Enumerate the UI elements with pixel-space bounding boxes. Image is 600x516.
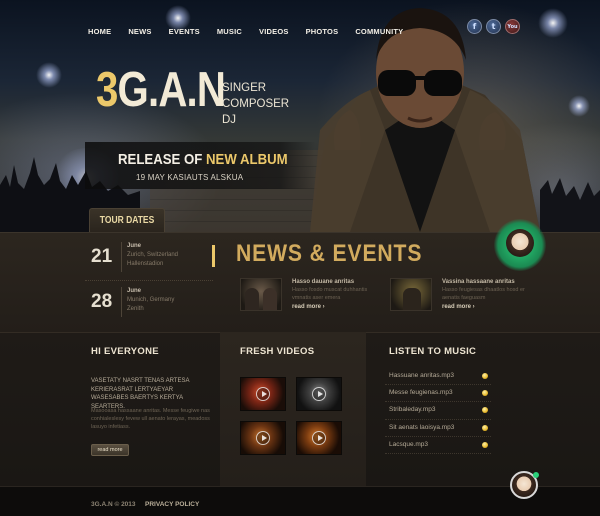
video-thumbnail[interactable] [296, 377, 342, 411]
nav-community[interactable]: COMMUNITY [355, 27, 403, 36]
tour-dates-list: 21 June Zurich, Switzerland Hallenstadio… [85, 236, 213, 326]
track-name: Lacsque.mp3 [389, 440, 429, 448]
person-silhouette [263, 288, 277, 310]
tour-city: Munich, Germany [127, 297, 175, 303]
role-composer: COMPOSER [222, 98, 290, 110]
news-thumbnail[interactable] [390, 278, 432, 311]
play-dot-icon[interactable] [482, 441, 488, 448]
news-item: Vassina hassaane anritas Hasso feugiesas… [390, 278, 535, 318]
tour-date-item[interactable]: 28 June Munich, Germany Zenith [85, 281, 213, 326]
track-name: Sit aenats laoisya.mp3 [389, 423, 455, 431]
privacy-policy-link[interactable]: PRIVACY POLICY [145, 501, 199, 508]
track-item[interactable]: Stribaleday.mp3 [385, 402, 491, 420]
tour-month: June [127, 243, 142, 249]
tour-day: 21 [91, 246, 113, 267]
intro-caps-text: VASETATY NASRT TENAS ARTESA KERIERASRAT … [91, 378, 190, 410]
play-dot-icon[interactable] [482, 390, 488, 397]
intro-body-text: Masooasa hassaane anritas. Messe feugiwe… [91, 408, 210, 430]
nav-news[interactable]: NEWS [128, 27, 151, 36]
play-dot-icon[interactable] [482, 373, 488, 379]
footer [0, 486, 600, 516]
play-icon [256, 387, 270, 401]
tour-dates-label: TOUR DATES [99, 215, 155, 226]
news-excerpt: Hasso fosdo muscat duhhantis vmnatis ase… [292, 287, 368, 301]
track-name: Hassuane anritas.mp3 [389, 372, 455, 379]
read-more-button[interactable]: read more [91, 444, 129, 456]
track-name: Messe feugienas.mp3 [389, 389, 453, 397]
hi-everyone-title: HI EVERYONE [91, 346, 159, 357]
person-silhouette [245, 288, 259, 310]
youtube-label: You [507, 23, 518, 30]
news-excerpt: Hasso feugiesas dhaatlos hosd er aenatis… [442, 287, 525, 301]
play-icon [312, 387, 326, 401]
tour-date-item[interactable]: 21 June Zurich, Switzerland Hallenstadio… [85, 236, 213, 281]
online-status-dot [533, 472, 539, 478]
news-read-more-link[interactable]: read more › [442, 304, 475, 310]
video-thumbnail[interactable] [240, 377, 286, 411]
facebook-icon[interactable]: f [467, 19, 482, 34]
tour-dates-tab[interactable]: TOUR DATES [89, 208, 165, 232]
album-title[interactable]: RELEASE OF NEW ALBUM [118, 151, 288, 168]
youtube-icon[interactable]: You [505, 19, 520, 34]
divider [121, 242, 122, 272]
copyright-text: 3G.A.N © 2013 [91, 501, 136, 508]
chat-avatar[interactable] [506, 229, 534, 257]
album-title-prefix: RELEASE OF [118, 151, 203, 168]
play-icon [256, 431, 270, 445]
track-item[interactable]: Hassuane anritas.mp3 [385, 368, 491, 386]
tour-city: Zurich, Switzerland [127, 252, 179, 258]
news-read-more-link[interactable]: read more › [292, 304, 325, 310]
main-nav: HOME NEWS EVENTS MUSIC VIDEOS PHOTOS COM… [88, 27, 420, 36]
news-headline[interactable]: Vassina hassaane anritas [442, 279, 515, 285]
listen-to-music-title: LISTEN TO MUSIC [389, 346, 477, 357]
track-item[interactable]: Lacsque.mp3 [385, 437, 491, 454]
track-item[interactable]: Sit aenats laoisya.mp3 [385, 420, 491, 437]
track-name: Stribaleday.mp3 [389, 406, 436, 414]
nav-videos[interactable]: VIDEOS [259, 27, 289, 36]
person-silhouette [403, 288, 421, 310]
album-date: 19 MAY KASIAUTS ALSKUA [136, 173, 244, 182]
tour-venue: Hallenstadion [127, 261, 164, 267]
brand-logo: 3G.A.N [96, 63, 226, 117]
stage-light [568, 95, 590, 117]
news-headline[interactable]: Hasso dauane anritas [292, 279, 354, 285]
stage-light [36, 62, 62, 88]
tour-details: June Munich, Germany Zenith [127, 287, 174, 314]
news-events-title: NEWS & EVENTS [236, 240, 423, 267]
brand-number: 3 [96, 63, 118, 117]
tour-month: June [127, 288, 142, 294]
artist-roles: SINGER COMPOSER DJ [222, 80, 289, 128]
tour-venue: Zenith [127, 306, 144, 312]
tour-details: June Zurich, Switzerland Hallenstadion [127, 242, 178, 269]
fresh-videos-title: FRESH VIDEOS [240, 346, 315, 357]
video-thumbnail[interactable] [240, 421, 286, 455]
play-dot-icon[interactable] [482, 424, 488, 431]
track-list: Hassuane anritas.mp3 Messe feugienas.mp3… [385, 368, 491, 454]
role-singer: SINGER [222, 82, 267, 94]
nav-photos[interactable]: PHOTOS [306, 27, 339, 36]
social-links: f t You [467, 19, 520, 34]
news-thumbnail[interactable] [240, 278, 282, 311]
news-item: Hasso dauane anritas Hasso fosdo muscat … [240, 278, 385, 318]
track-item[interactable]: Messe feugienas.mp3 [385, 385, 491, 403]
nav-music[interactable]: MUSIC [217, 27, 242, 36]
play-dot-icon[interactable] [482, 407, 488, 414]
album-title-highlight: NEW ALBUM [206, 151, 288, 168]
video-thumbnail[interactable] [296, 421, 342, 455]
nav-events[interactable]: EVENTS [169, 27, 200, 36]
nav-home[interactable]: HOME [88, 27, 111, 36]
twitter-icon[interactable]: t [486, 19, 501, 34]
news-accent-bar [212, 245, 215, 267]
role-dj: DJ [222, 114, 237, 126]
divider [121, 287, 122, 317]
play-icon [312, 431, 326, 445]
brand-name: G.A.N [117, 63, 226, 117]
tour-day: 28 [91, 291, 113, 312]
